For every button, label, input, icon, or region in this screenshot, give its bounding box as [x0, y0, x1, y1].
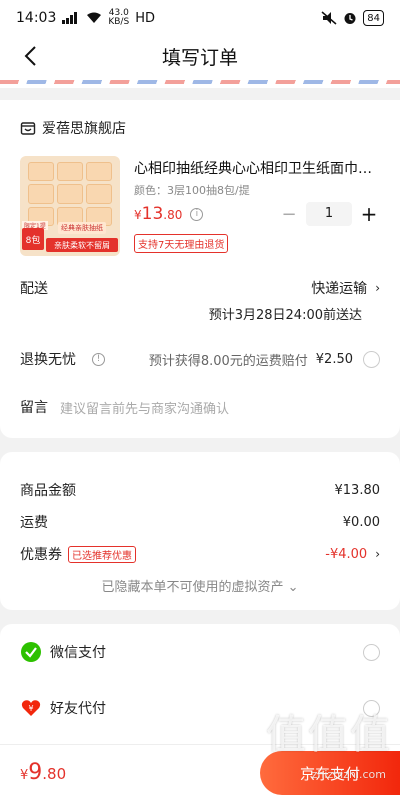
wifi-icon — [87, 12, 102, 23]
signal-icon — [62, 12, 78, 24]
network-speed: 43.0 KB/S — [108, 9, 129, 27]
chevron-right-icon: › — [375, 547, 380, 561]
svg-text:¥: ¥ — [28, 704, 33, 713]
price-info-icon[interactable]: i — [190, 207, 204, 221]
hd-indicator: HD — [135, 10, 155, 26]
battery-indicator: 84 — [363, 10, 384, 26]
wechat-pay-radio[interactable] — [363, 643, 380, 661]
price-decimal: .80 — [163, 208, 183, 222]
return-policy-tag: 支持7天无理由退货 — [134, 234, 229, 253]
total-decimal: .80 — [42, 765, 67, 783]
total-integer: 9 — [28, 760, 43, 785]
exchange-description: 预计获得8.00元的运费赔付 — [148, 353, 308, 369]
exchange-label: 退换无忧 — [20, 352, 76, 368]
exchange-info-icon[interactable]: ! — [92, 352, 105, 366]
chevron-right-icon: › — [375, 281, 380, 295]
price-row: ¥ 13 .80 i − 1 + — [134, 202, 380, 226]
price-symbol: ¥ — [134, 208, 142, 222]
delivery-details: 快递运输 › 预计3月28日24:00前送达 — [209, 278, 380, 323]
coupon-tag: 已选推荐优惠 — [68, 545, 136, 563]
friend-pay-heart-icon: ¥ — [21, 700, 41, 716]
message-input[interactable]: 建议留言前先与商家沟通确认 — [60, 398, 229, 417]
friend-pay-label: 好友代付 — [50, 701, 106, 717]
hidden-assets-toggle[interactable]: 已隐藏本单不可使用的虚拟资产 ⌄ — [20, 576, 380, 595]
delivery-method: 快递运输 — [311, 281, 368, 297]
product-spec[interactable]: 颜色：3层100抽8包/提 — [134, 182, 380, 198]
wechat-pay-label: 微信支付 — [50, 645, 106, 661]
decrease-quantity-button[interactable]: − — [278, 204, 300, 225]
store-header[interactable]: 爱蓓思旗舰店 — [20, 100, 380, 156]
mute-icon — [321, 11, 337, 25]
status-right: 84 — [321, 10, 384, 26]
page-title: 填写订单 — [161, 46, 238, 69]
exchange-label-group: 退换无忧 ! — [20, 349, 105, 369]
alarm-icon — [344, 13, 356, 24]
status-left: 14:03 43.0 KB/S HD — [16, 9, 155, 27]
quantity-input[interactable]: 1 — [306, 202, 352, 226]
coupon-label: 优惠券 — [20, 547, 62, 563]
product-image-count-badge: 8包 — [22, 228, 44, 250]
price-summary-card: 商品金额 ¥13.80 运费 ¥0.00 优惠券 已选推荐优惠 -¥4.00 ›… — [0, 452, 400, 610]
product-info: 心相印抽纸经典心心相印卫生纸面巾… 颜色：3层100抽8包/提 ¥ 13 .80… — [134, 156, 380, 256]
shipping-row: 运费 ¥0.00 — [20, 506, 380, 538]
back-arrow-icon — [24, 46, 36, 66]
product-image-small-tag: 经典亲肤抽纸 — [58, 222, 106, 234]
speed-unit: KB/S — [108, 17, 130, 27]
product-row: 限定1提 8包 经典亲肤抽纸 亲肤柔软不留屑 心相印抽纸经典心心相印卫生纸面巾…… — [20, 156, 380, 256]
message-label: 留言 — [20, 400, 48, 416]
product-title[interactable]: 心相印抽纸经典心心相印卫生纸面巾… — [134, 158, 380, 178]
increase-quantity-button[interactable]: + — [358, 202, 380, 226]
airmail-stripe-pattern — [0, 80, 400, 84]
store-name: 爱蓓思旗舰店 — [42, 121, 126, 137]
pay-option-wechat[interactable]: 微信支付 — [20, 624, 380, 680]
airmail-stripe — [0, 76, 400, 88]
shipping-value: ¥0.00 — [342, 514, 380, 530]
order-item-card: 爱蓓思旗舰店 限定1提 8包 经典亲肤抽纸 亲肤柔软不留屑 心相印抽纸经典心心相… — [0, 100, 400, 438]
delivery-eta: 预计3月28日24:00前送达 — [208, 308, 362, 323]
product-image-banner: 亲肤柔软不留屑 — [46, 238, 118, 252]
product-image[interactable]: 限定1提 8包 经典亲肤抽纸 亲肤柔软不留屑 — [20, 156, 120, 256]
status-bar: 14:03 43.0 KB/S HD 84 — [0, 0, 400, 36]
store-icon — [20, 122, 36, 135]
coupon-value: -¥4.00 — [325, 546, 368, 562]
coupon-row[interactable]: 优惠券 已选推荐优惠 -¥4.00 › — [20, 538, 380, 570]
message-row: 留言 建议留言前先与商家沟通确认 — [20, 397, 380, 417]
delivery-method-row: 快递运输 › — [209, 278, 380, 298]
watermark-logo: 值值值 — [266, 712, 392, 758]
status-time: 14:03 — [16, 10, 57, 26]
nav-bar: 填写订单 — [0, 36, 400, 76]
total-price: ¥ 9 .80 — [20, 760, 66, 785]
exchange-price: ¥2.50 — [315, 351, 353, 367]
exchange-row[interactable]: 退换无忧 ! 预计获得8.00元的运费赔付 ¥2.50 — [20, 349, 380, 369]
goods-amount-label: 商品金额 — [20, 483, 76, 499]
goods-amount-value: ¥13.80 — [334, 482, 381, 498]
goods-amount-row: 商品金额 ¥13.80 — [20, 474, 380, 506]
delivery-label: 配送 — [20, 281, 48, 297]
product-image-packs — [28, 162, 112, 226]
watermark-url: zhizhizhi.com — [311, 768, 386, 781]
delivery-row[interactable]: 配送 快递运输 › 预计3月28日24:00前送达 — [20, 278, 380, 323]
price-integer: 13 — [141, 204, 164, 224]
exchange-radio[interactable] — [363, 350, 380, 368]
quantity-stepper: − 1 + — [278, 202, 380, 226]
product-price: ¥ 13 .80 — [134, 204, 182, 224]
total-symbol: ¥ — [20, 768, 29, 783]
shipping-label: 运费 — [20, 515, 48, 531]
wechat-pay-icon — [21, 642, 41, 662]
back-button[interactable] — [18, 44, 42, 68]
